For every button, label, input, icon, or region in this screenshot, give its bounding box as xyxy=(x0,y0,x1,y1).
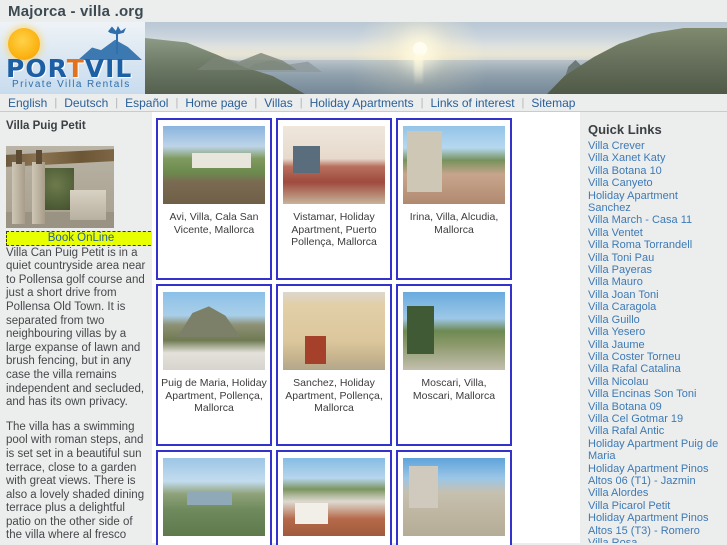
nav-item-sitemap[interactable]: Sitemap xyxy=(524,96,582,110)
property-card[interactable] xyxy=(276,450,392,545)
property-card[interactable]: Moscari, Villa, Moscari, Mallorca xyxy=(396,284,512,446)
property-card[interactable]: Avi, Villa, Cala San Vicente, Mallorca xyxy=(156,118,272,280)
quick-link-item[interactable]: Villa March - Casa 11 xyxy=(588,214,723,226)
property-caption: Avi, Villa, Cala San Vicente, Mallorca xyxy=(169,211,259,236)
quick-link-item[interactable]: Villa Roma Torrandell xyxy=(588,239,723,251)
quick-link-item[interactable]: Villa Botana 10 xyxy=(588,165,723,177)
quick-link-item[interactable]: Villa Crever xyxy=(588,140,723,152)
quick-link-item[interactable]: Villa Encinas Son Toni xyxy=(588,388,723,400)
quick-links-heading: Quick Links xyxy=(588,122,662,137)
left-sidebar: Villa Puig Petit Book OnLine Villa Can P… xyxy=(0,112,152,543)
description-paragraph: The villa has a swimming pool with roman… xyxy=(6,420,145,542)
quick-links-list: Villa Crever Villa Xanet Katy Villa Botana… xyxy=(588,140,723,543)
property-grid: Avi, Villa, Cala San Vicente, Mallorca Vi… xyxy=(156,118,580,545)
quick-link-item[interactable]: Villa Payeras xyxy=(588,264,723,276)
photo-barbecue xyxy=(70,189,106,220)
property-card[interactable]: Irina, Villa, Alcudia, Mallorca xyxy=(396,118,512,280)
property-thumbnail[interactable] xyxy=(402,291,506,371)
banner-image xyxy=(145,22,727,94)
photo-column-left xyxy=(12,161,25,224)
property-thumbnail[interactable] xyxy=(162,125,266,205)
quick-link-item[interactable]: Holiday Apartment Pinos Altos 15 (T3) - … xyxy=(588,512,723,537)
quick-link-item[interactable]: Villa Ventet xyxy=(588,227,723,239)
photo-beam-mid xyxy=(36,149,42,164)
description-paragraph: Villa Can Puig Petit is in a quiet count… xyxy=(6,246,146,409)
nav-item-holiday-apartments[interactable]: Holiday Apartments xyxy=(303,96,421,110)
property-caption: Moscari, Villa, Moscari, Mallorca xyxy=(412,377,496,402)
quick-link-item[interactable]: Villa Rafal Catalina xyxy=(588,363,723,375)
banner-ridge-left xyxy=(197,52,297,70)
property-thumbnail[interactable] xyxy=(162,457,266,537)
property-thumbnail[interactable] xyxy=(282,457,386,537)
book-online-button[interactable]: Book OnLine xyxy=(6,230,152,246)
villa-description: Villa Can Puig Petit is in a quiet count… xyxy=(6,247,146,543)
nav-item-deutsch[interactable]: Deutsch xyxy=(57,96,115,110)
property-card[interactable]: Sanchez, Holiday Apartment, Pollença, Ma… xyxy=(276,284,392,446)
property-caption: Vistamar, Holiday Apartment, Puerto Poll… xyxy=(291,211,377,248)
main-navigation: English | Deutsch | Español | Home page | Villas… xyxy=(0,94,727,112)
quick-link-item[interactable]: Villa Xanet Katy xyxy=(588,152,723,164)
quick-link-item[interactable]: Holiday Apartment Pinos Altos 06 (T1) - … xyxy=(588,463,723,488)
quick-link-item[interactable]: Villa Alordes xyxy=(588,487,723,499)
masthead: PORTVIL Private Villa Rentals xyxy=(0,22,727,94)
quick-link-item[interactable]: Villa Jaume xyxy=(588,339,723,351)
quick-link-item[interactable]: Holiday Apartment Puig de Maria xyxy=(588,438,723,463)
villa-photo[interactable] xyxy=(6,145,114,228)
property-card[interactable] xyxy=(396,450,512,545)
property-thumbnail[interactable] xyxy=(282,291,386,371)
quick-link-item[interactable]: Villa Guillo xyxy=(588,314,723,326)
property-caption: Puig de Maria, Holiday Apartment, Pollen… xyxy=(161,377,267,414)
nav-item-english[interactable]: English xyxy=(6,96,54,110)
property-thumbnail[interactable] xyxy=(402,125,506,205)
quick-link-item[interactable]: Villa Canyeto xyxy=(588,177,723,189)
quick-link-item[interactable]: Villa Toni Pau xyxy=(588,252,723,264)
page-title: Majorca - villa .org xyxy=(8,3,144,20)
content-columns: Villa Puig Petit Book OnLine Villa Can P… xyxy=(0,112,727,545)
nav-item-espa-ol[interactable]: Español xyxy=(118,96,175,110)
villa-name-heading: Villa Puig Petit xyxy=(6,120,86,132)
main-content: Avi, Villa, Cala San Vicente, Mallorca Vi… xyxy=(152,112,580,545)
page-root: Majorca - villa .org PORTVIL Private Vil… xyxy=(0,0,727,545)
property-thumbnail[interactable] xyxy=(162,291,266,371)
quick-link-item[interactable]: Villa Picarol Petit xyxy=(588,500,723,512)
quick-link-item[interactable]: Holiday Apartment Sanchez xyxy=(588,190,723,215)
property-card[interactable] xyxy=(156,450,272,545)
quick-link-item[interactable]: Villa Botana 09 xyxy=(588,401,723,413)
quick-link-item[interactable]: Villa Coster Torneu xyxy=(588,351,723,363)
site-logo[interactable]: PORTVIL Private Villa Rentals xyxy=(0,22,145,94)
logo-tagline: Private Villa Rentals xyxy=(12,79,131,90)
photo-beam-left xyxy=(16,149,22,164)
property-card[interactable]: Puig de Maria, Holiday Apartment, Pollen… xyxy=(156,284,272,446)
quick-link-item[interactable]: Villa Rafal Antic xyxy=(588,425,723,437)
quick-link-item[interactable]: Villa Yesero xyxy=(588,326,723,338)
property-caption: Irina, Villa, Alcudia, Mallorca xyxy=(409,211,499,236)
banner-sun-reflection xyxy=(413,53,423,84)
nav-item-links-of-interest[interactable]: Links of interest xyxy=(424,96,522,110)
property-card[interactable]: Vistamar, Holiday Apartment, Puerto Poll… xyxy=(276,118,392,280)
property-caption: Sanchez, Holiday Apartment, Pollença, Ma… xyxy=(285,377,383,414)
property-thumbnail[interactable] xyxy=(282,125,386,205)
nav-item-villas[interactable]: Villas xyxy=(257,96,299,110)
quick-link-item[interactable]: Villa Joan Toni xyxy=(588,289,723,301)
nav-item-home-page[interactable]: Home page xyxy=(178,96,254,110)
quick-link-item[interactable]: Villa Caragola xyxy=(588,301,723,313)
right-sidebar: Quick Links Villa Crever Villa Xanet Katy… xyxy=(580,112,727,543)
quick-link-item[interactable]: Villa Nicolau xyxy=(588,376,723,388)
photo-column-mid xyxy=(32,161,45,224)
quick-link-item[interactable]: Villa Rosa xyxy=(588,537,723,543)
property-thumbnail[interactable] xyxy=(402,457,506,537)
quick-link-item[interactable]: Villa Cel Gotmar 19 xyxy=(588,413,723,425)
quick-link-item[interactable]: Villa Mauro xyxy=(588,276,723,288)
palm-fronds-icon xyxy=(108,26,126,35)
